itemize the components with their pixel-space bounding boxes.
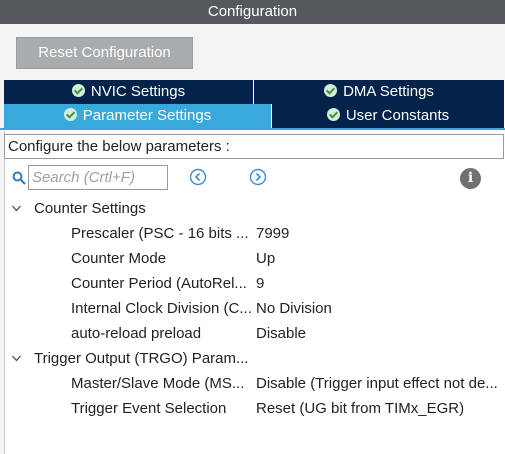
tab-label: NVIC Settings — [90, 83, 186, 100]
tab-dma-settings[interactable]: DMA Settings — [254, 80, 505, 104]
check-circle-icon — [324, 84, 338, 97]
param-value[interactable]: 9 — [256, 271, 502, 296]
chevron-down-icon — [12, 205, 21, 212]
param-row[interactable]: Counter Mode Up — [0, 246, 505, 271]
search-icon — [12, 171, 26, 185]
param-row[interactable]: Internal Clock Division (C... No Divisio… — [0, 296, 505, 321]
tab-label: Parameter Settings — [82, 107, 212, 124]
info-icon[interactable]: i — [460, 168, 481, 189]
param-name: Trigger Event Selection — [71, 400, 227, 417]
param-value[interactable]: 7999 — [256, 221, 502, 246]
param-name: Master/Slave Mode (MS... — [71, 375, 245, 392]
group-label: Trigger Output (TRGO) Param... — [34, 350, 249, 367]
param-value[interactable]: Up — [256, 246, 502, 271]
param-row[interactable]: Counter Period (AutoRel... 9 — [0, 271, 505, 296]
check-circle-icon — [326, 108, 340, 121]
param-row[interactable]: Prescaler (PSC - 16 bits ... 7999 — [0, 221, 505, 246]
param-name: Counter Mode — [71, 250, 167, 267]
group-counter-settings[interactable]: Counter Settings — [0, 196, 505, 221]
reset-configuration-button[interactable]: Reset Configuration — [16, 37, 193, 69]
param-value[interactable]: Disable (Trigger input effect not de... — [256, 371, 502, 396]
param-name: Prescaler (PSC - 16 bits ... — [71, 225, 249, 242]
param-value[interactable]: No Division — [256, 296, 502, 321]
group-trigger-output[interactable]: Trigger Output (TRGO) Param... — [0, 346, 505, 371]
tab-label: User Constants — [345, 107, 450, 124]
param-value[interactable]: Reset (UG bit from TIMx_EGR) — [256, 396, 502, 421]
param-name: Internal Clock Division (C... — [71, 300, 252, 317]
previous-icon[interactable] — [189, 168, 207, 186]
param-row[interactable]: auto-reload preload Disable — [0, 321, 505, 346]
tab-label: DMA Settings — [343, 83, 434, 100]
next-icon[interactable] — [249, 168, 267, 186]
group-label: Counter Settings — [34, 200, 146, 217]
check-circle-icon — [63, 108, 77, 121]
tab-nvic-settings[interactable]: NVIC Settings — [4, 80, 254, 104]
tab-parameter-settings[interactable]: Parameter Settings — [4, 104, 272, 128]
tab-user-constants[interactable]: User Constants — [272, 104, 505, 128]
param-row[interactable]: Trigger Event Selection Reset (UG bit fr… — [0, 396, 505, 421]
window-title: Configuration — [0, 0, 505, 24]
description-field: Configure the below parameters : — [4, 134, 504, 159]
param-name: Counter Period (AutoRel... — [71, 275, 247, 292]
param-value[interactable]: Disable — [256, 321, 502, 346]
param-name: auto-reload preload — [71, 325, 202, 342]
param-row[interactable]: Master/Slave Mode (MS... Disable (Trigge… — [0, 371, 505, 396]
search-input[interactable] — [28, 165, 168, 190]
chevron-down-icon — [12, 355, 21, 362]
check-circle-icon — [71, 84, 85, 97]
